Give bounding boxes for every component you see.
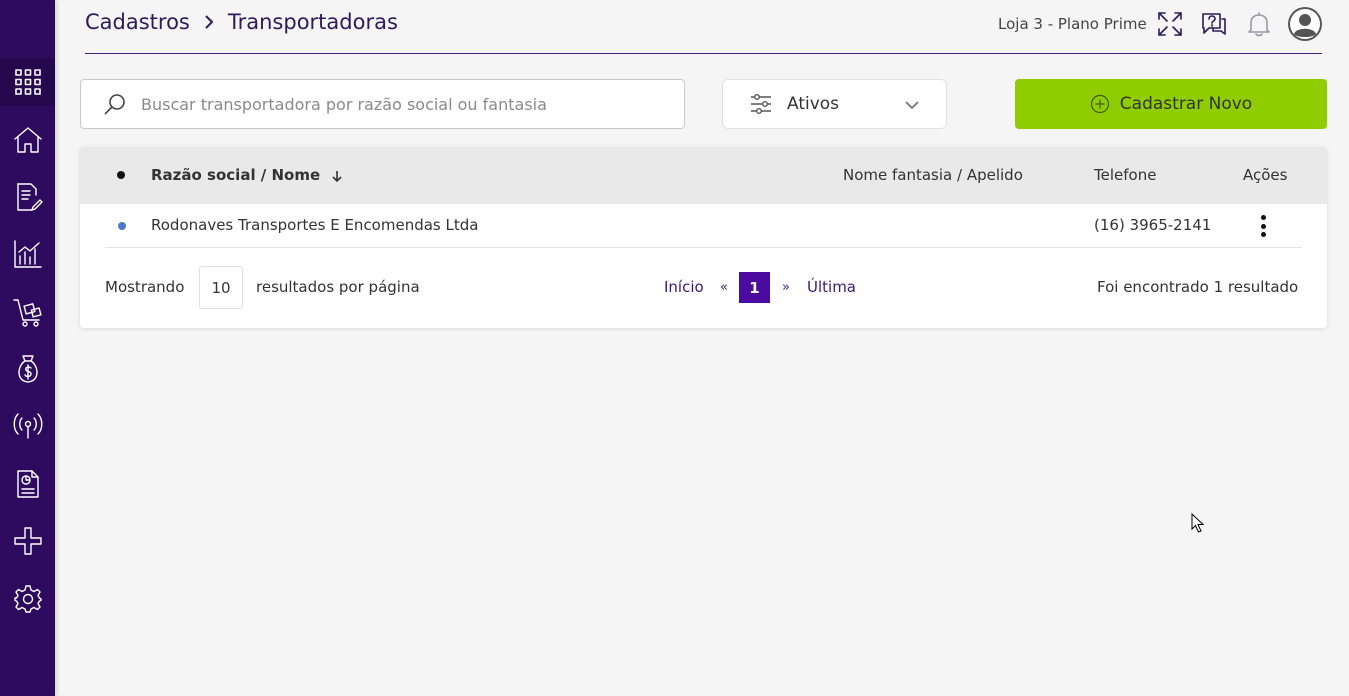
- mouse-cursor-icon: [1191, 513, 1205, 533]
- avatar-icon: [1288, 7, 1322, 41]
- table-row[interactable]: Rodonaves Transportes E Encomendas Ltda …: [105, 204, 1302, 248]
- chevron-right-icon: [202, 15, 216, 29]
- filter-sliders-icon: [723, 92, 773, 116]
- per-page-suffix: resultados por página: [256, 278, 420, 296]
- status-filter-dropdown[interactable]: Ativos: [722, 79, 947, 129]
- sidebar-item-broadcast[interactable]: [0, 402, 55, 450]
- per-page-select[interactable]: 10: [199, 266, 243, 309]
- column-header-phone[interactable]: Telefone: [1094, 166, 1156, 184]
- add-new-button-label: Cadastrar Novo: [1119, 94, 1253, 114]
- add-new-button[interactable]: Cadastrar Novo: [1015, 79, 1327, 129]
- breadcrumb-item-current: Transportadoras: [227, 10, 398, 34]
- page-header: Cadastros Transportadoras Loja 3 - Plano…: [85, 0, 1322, 54]
- report-icon: [16, 470, 39, 498]
- sidebar-item-home[interactable]: [0, 116, 55, 164]
- help-chat-icon: [1202, 13, 1226, 35]
- document-edit-icon: [16, 183, 43, 211]
- store-plan-label: Loja 3 - Plano Prime: [998, 15, 1147, 33]
- breadcrumb: Cadastros Transportadoras: [85, 10, 398, 34]
- sidebar: [0, 0, 55, 696]
- sidebar-item-documents[interactable]: [0, 173, 55, 221]
- filter-selected-value: Ativos: [787, 94, 840, 114]
- column-header-name-label: Razão social / Nome: [151, 166, 321, 184]
- chevron-down-icon: [904, 97, 920, 113]
- bell-icon: [1248, 12, 1270, 37]
- pagination-current-page[interactable]: 1: [739, 272, 770, 303]
- row-phone: (16) 3965-2141: [1094, 216, 1212, 234]
- pagination-prev[interactable]: «: [720, 280, 728, 295]
- row-actions-kebab-icon[interactable]: [1255, 213, 1271, 239]
- home-icon: [13, 127, 42, 153]
- broadcast-icon: [13, 413, 42, 439]
- sidebar-item-finance[interactable]: [0, 345, 55, 393]
- user-avatar-button[interactable]: [1287, 6, 1323, 42]
- pagination-first[interactable]: Início: [664, 278, 704, 296]
- sidebar-item-apps[interactable]: [0, 58, 55, 106]
- pagination-next[interactable]: »: [782, 280, 790, 295]
- search-icon: [104, 94, 125, 115]
- column-header-actions: Ações: [1243, 166, 1288, 184]
- sort-arrow-down-icon: [331, 170, 343, 182]
- chart-icon: [13, 240, 42, 268]
- sidebar-item-settings[interactable]: [0, 575, 55, 623]
- status-column-dot: [117, 171, 125, 179]
- money-bag-icon: [17, 355, 38, 383]
- fullscreen-button[interactable]: [1154, 8, 1186, 40]
- sidebar-item-reports[interactable]: [0, 230, 55, 278]
- breadcrumb-item-cadastros[interactable]: Cadastros: [85, 10, 190, 34]
- plus-circle-icon: [1090, 94, 1109, 114]
- sidebar-item-fiscal[interactable]: [0, 460, 55, 508]
- result-count: Foi encontrado 1 resultado: [1097, 278, 1299, 296]
- row-name: Rodonaves Transportes E Encomendas Ltda: [151, 216, 479, 234]
- carriers-table: Razão social / Nome Nome fantasia / Apel…: [80, 147, 1327, 328]
- search-box: [80, 79, 685, 129]
- fullscreen-icon: [1158, 12, 1182, 36]
- notifications-button[interactable]: [1243, 8, 1275, 40]
- gear-icon: [13, 585, 42, 613]
- sidebar-item-sales[interactable]: [0, 288, 55, 336]
- apps-grid-icon: [14, 69, 41, 95]
- table-header: Razão social / Nome Nome fantasia / Apel…: [80, 147, 1327, 204]
- status-dot: [118, 222, 126, 230]
- cart-icon: [12, 299, 42, 327]
- pagination-last[interactable]: Última: [807, 278, 856, 296]
- column-header-name[interactable]: Razão social / Nome: [151, 166, 343, 184]
- integration-icon: [13, 527, 42, 555]
- column-header-fantasy[interactable]: Nome fantasia / Apelido: [843, 166, 1023, 184]
- search-input[interactable]: [141, 94, 681, 114]
- sidebar-item-integrations[interactable]: [0, 517, 55, 565]
- showing-label: Mostrando: [105, 278, 185, 296]
- help-button[interactable]: [1198, 8, 1230, 40]
